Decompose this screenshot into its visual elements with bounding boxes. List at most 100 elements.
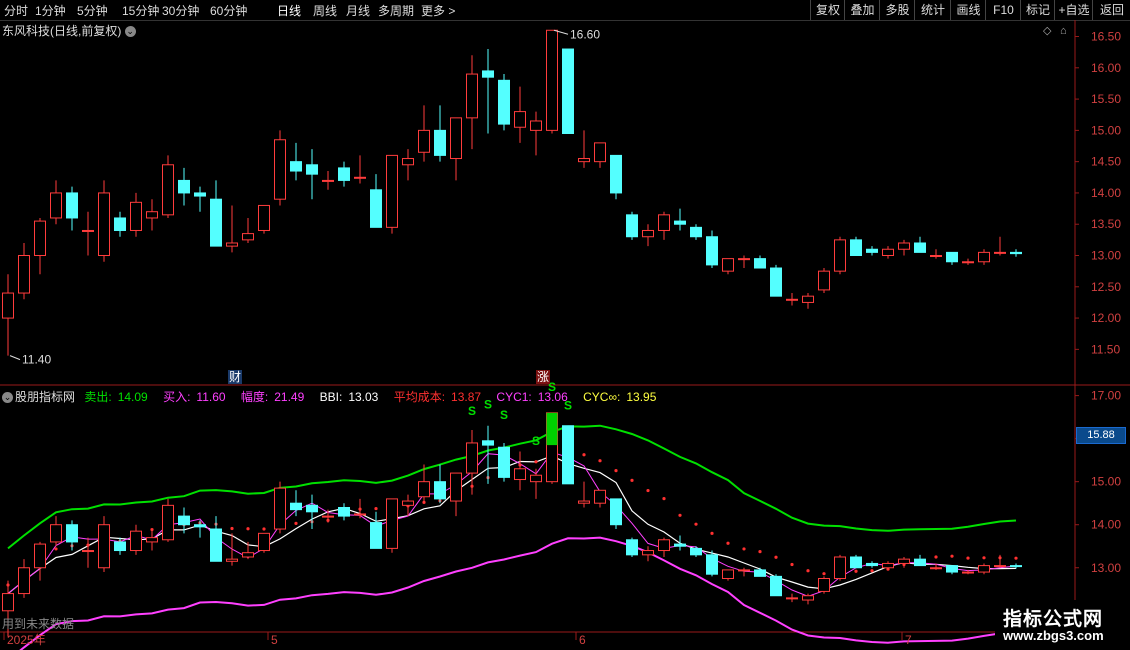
avg-cost-dot — [950, 554, 954, 558]
period-tab-10[interactable]: 更多 > — [421, 2, 455, 19]
main-candle-down — [1010, 251, 1022, 255]
main-candle-up — [530, 120, 542, 131]
ind-candle-up — [2, 593, 14, 612]
main-candle-down — [194, 192, 206, 197]
date-label: 7 — [905, 633, 912, 647]
ind-candle-up — [466, 442, 478, 474]
toolbar-button-6[interactable]: 标记 — [1020, 0, 1055, 20]
toolbar-button-3[interactable]: 统计 — [914, 0, 951, 20]
cycinf-value: CYC∞: 13.95 — [583, 390, 657, 404]
chevron-down-icon[interactable]: ⌄ — [2, 392, 13, 404]
sell-line — [7, 424, 1017, 550]
period-tab-2[interactable]: 5分钟 — [77, 2, 108, 19]
avg-cost-dot — [758, 550, 762, 554]
main-candle-down — [866, 248, 878, 253]
ind-candle-up — [994, 565, 1006, 568]
indicator-name: 股朋指标网 — [15, 390, 76, 404]
ind-candle-up — [274, 487, 286, 530]
ind-candle-up — [658, 539, 670, 552]
period-tab-6[interactable]: 日线 — [277, 2, 301, 19]
avg-cost-dot — [694, 522, 698, 526]
ind-tick-label: 14.00 — [1091, 518, 1121, 532]
main-candle-down — [626, 214, 638, 238]
main-candle-down — [370, 189, 382, 228]
date-label: 5 — [271, 633, 278, 647]
ind-tick-label: 13.00 — [1091, 561, 1121, 575]
period-tab-7[interactable]: 周线 — [313, 2, 337, 19]
main-candle-down — [770, 267, 782, 297]
avg-cost-dot — [262, 527, 266, 531]
ind-candle-up — [242, 552, 254, 558]
toolbar-button-1[interactable]: 叠加 — [844, 0, 880, 20]
ind-candle-up — [146, 537, 158, 543]
ind-candle-down — [850, 556, 862, 569]
main-candle-up — [466, 73, 478, 119]
avg-cost-dot — [934, 555, 938, 559]
main-candle-up — [130, 201, 142, 231]
avg-cost-dot — [710, 531, 714, 535]
ind-candle-down — [866, 562, 878, 567]
main-candle-down — [706, 236, 718, 266]
main-candle-up — [34, 220, 46, 257]
sell-signal-marker: S — [468, 404, 476, 418]
main-candle-down — [290, 161, 302, 172]
price-tick-label: 12.00 — [1091, 311, 1121, 325]
price-tick-label: 14.50 — [1091, 155, 1121, 169]
stock-name: 东风科技(日线,前复权) — [2, 24, 122, 38]
ind-candle-up — [930, 567, 942, 570]
period-tab-3[interactable]: 15分钟 — [122, 2, 159, 19]
ind-candle-down — [370, 522, 382, 549]
avg-cost-dot — [966, 556, 970, 560]
avg-cost-dot — [678, 513, 682, 517]
kline-chart[interactable]: 16.50 16.00 15.50 15.00 14.50 14.00 13.50 13.00… — [0, 20, 1130, 650]
avg-cost-dot — [854, 569, 858, 573]
toolbar-button-5[interactable]: F10 — [985, 0, 1021, 20]
period-tab-9[interactable]: 多周期 — [378, 2, 414, 19]
price-tick-label: 15.00 — [1091, 123, 1121, 137]
cyc1-value: CYC1: 13.06 — [496, 390, 568, 404]
period-tab-8[interactable]: 月线 — [346, 2, 370, 19]
ind-candle-down — [306, 504, 318, 513]
toolbar-button-7[interactable]: +自选 — [1054, 0, 1093, 20]
toolbar-button-0[interactable]: 复权 — [810, 0, 845, 20]
ind-candle-down — [498, 446, 510, 478]
main-candle-up — [322, 179, 334, 182]
avg-cost-dot — [790, 562, 794, 567]
ind-candle-down — [626, 539, 638, 556]
ind-candle-down — [754, 569, 766, 577]
avg-cost-dot — [598, 459, 602, 463]
main-candle-up — [898, 242, 910, 250]
bbi-value: BBI: 13.03 — [319, 390, 379, 404]
main-candle-down — [482, 70, 494, 78]
chevron-down-icon[interactable]: ⌄ — [124, 26, 136, 38]
toolbar-button-8[interactable]: 返回 — [1092, 0, 1130, 20]
indicator-title[interactable]: ⌄ 股朋指标网 卖出: 14.09 买入: 11.60 幅度: 21.49 BBI: 13… — [2, 388, 668, 405]
ind-candle-down — [674, 543, 686, 547]
period-tab-4[interactable]: 30分钟 — [162, 2, 199, 19]
main-candle-down — [850, 239, 862, 257]
main-candle-up — [386, 154, 398, 228]
main-candle-up — [242, 233, 254, 241]
period-tab-5[interactable]: 60分钟 — [210, 2, 247, 19]
ind-candle-down — [434, 481, 446, 500]
main-candle-up — [818, 270, 830, 291]
period-tab-1[interactable]: 1分钟 — [35, 2, 66, 19]
stock-title[interactable]: 东风科技(日线,前复权) ⌄ — [2, 22, 136, 39]
main-candle-up — [50, 192, 62, 219]
ind-candle-up — [530, 474, 542, 483]
date-label: 6 — [579, 633, 586, 647]
main-candle-down — [754, 258, 766, 269]
ind-candle-up — [226, 558, 238, 562]
toolbar-button-4[interactable]: 画线 — [950, 0, 986, 20]
low-label: 11.40 — [22, 353, 51, 367]
main-candle-down — [210, 198, 222, 247]
avg-cost-dot — [726, 541, 730, 545]
ind-candle-up — [50, 524, 62, 543]
avg-cost-dot — [822, 572, 826, 576]
ind-candle-up — [962, 571, 974, 574]
avg-cost-dot — [982, 556, 986, 560]
main-candle-down — [562, 48, 574, 134]
signal-bar — [546, 412, 558, 446]
period-tab-0[interactable]: 分时 — [4, 2, 28, 19]
toolbar-button-2[interactable]: 多股 — [879, 0, 915, 20]
